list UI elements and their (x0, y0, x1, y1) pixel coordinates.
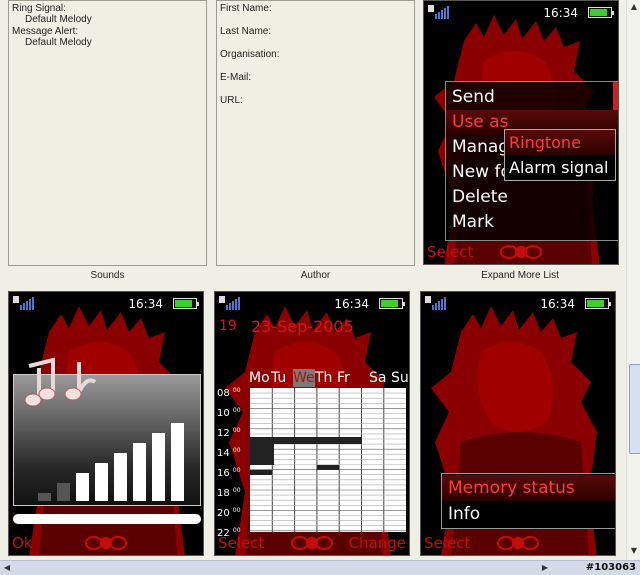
weekday-label[interactable]: Sa (369, 369, 386, 387)
scroll-up-arrow-icon[interactable]: ▲ (629, 2, 639, 12)
volume-slider[interactable] (13, 514, 201, 524)
volume-level-bar (76, 473, 89, 501)
phone-screen-memory: 16:34 Memory status Info Select (420, 291, 616, 556)
menu-item[interactable]: Ringtone (505, 130, 615, 155)
calendar-event[interactable] (317, 465, 339, 470)
message-alert-value: Default Melody (25, 37, 92, 48)
status-bar: 16:34 (421, 294, 615, 312)
clock-time: 16:34 (128, 297, 163, 311)
calendar-event[interactable] (250, 437, 274, 465)
clock-time: 16:34 (334, 297, 369, 311)
right-softkey-change[interactable]: Change (349, 533, 406, 553)
horizontal-scrollbar[interactable]: ◀ ▶ #103063 (0, 560, 640, 575)
battery-icon (588, 7, 614, 18)
email-label: E-Mail: (220, 72, 252, 83)
battery-icon (379, 298, 405, 309)
music-notes-icon (24, 357, 97, 407)
phone-screen-sounds: 16:34 Ok (8, 291, 204, 556)
battery-icon (173, 298, 199, 309)
signal-strength-icon (219, 296, 240, 310)
weekday-label[interactable]: Th (315, 369, 332, 387)
calendar-week-grid[interactable] (250, 388, 406, 532)
signal-strength-icon (428, 5, 449, 19)
center-navigation-icon[interactable] (496, 536, 540, 550)
last-name-label: Last Name: (220, 26, 272, 37)
phone-screen-menu: 16:34 Send Use as Manage New folder Delete Ma… (423, 0, 619, 265)
volume-level-bar (133, 443, 146, 501)
ring-signal-value: Default Melody (25, 14, 92, 25)
first-name-label: First Name: (220, 3, 272, 14)
weekday-label[interactable]: Su (391, 369, 409, 387)
menu-item[interactable]: Memory status (442, 475, 615, 501)
hour-label: 14 00 (217, 447, 241, 459)
expand-caption: Expand More List (481, 270, 559, 281)
volume-level-bar (171, 423, 184, 501)
scroll-right-arrow-icon[interactable]: ▶ (540, 563, 550, 573)
left-softkey-select[interactable]: Select (218, 533, 264, 553)
vertical-scrollbar[interactable]: ▲ ▼ (626, 0, 640, 560)
sounds-info-panel: Ring Signal: Default Melody Message Aler… (8, 0, 207, 266)
weekday-label[interactable]: Tu (271, 369, 286, 387)
softkey-bar: Select (424, 240, 618, 262)
clock-time: 16:34 (543, 6, 578, 20)
volume-level-bar (57, 483, 70, 501)
center-navigation-icon[interactable] (84, 536, 128, 550)
url-label: URL: (220, 95, 243, 106)
status-bar: 16:34 (424, 3, 618, 21)
center-navigation-icon[interactable] (499, 245, 543, 259)
calendar-week-number: 19 (219, 318, 237, 334)
author-caption: Author (300, 270, 331, 281)
volume-level-bar (95, 463, 108, 501)
hour-label: 18 00 (217, 487, 241, 499)
hour-label: 10 00 (217, 407, 241, 419)
weekday-label[interactable]: Mo (249, 369, 270, 387)
vertical-scroll-thumb[interactable] (629, 364, 640, 454)
status-bar: 16:34 (215, 294, 409, 312)
menu-item[interactable]: Info (442, 501, 615, 527)
signal-strength-icon (425, 296, 446, 310)
calendar-event[interactable] (250, 470, 272, 475)
hour-label: 20 00 (217, 507, 241, 519)
hour-label: 08 00 (217, 387, 241, 399)
menu-item[interactable]: Delete (446, 185, 618, 210)
ring-signal-label: Ring Signal: (12, 3, 66, 14)
left-softkey-ok[interactable]: Ok (12, 533, 33, 553)
use-as-submenu: Ringtone Alarm signal (504, 129, 616, 181)
calendar-date: 23-Sep-2005 (251, 317, 354, 336)
softkey-bar: Select (421, 531, 615, 553)
scroll-down-arrow-icon[interactable]: ▼ (629, 546, 639, 556)
weekday-label[interactable]: Fr (337, 369, 350, 387)
volume-level-bar (152, 433, 165, 501)
softkey-bar: Ok (9, 531, 203, 553)
center-navigation-icon[interactable] (290, 536, 334, 550)
signal-strength-icon (13, 296, 34, 310)
author-info-panel: First Name: Last Name: Organisation: E-M… (216, 0, 415, 266)
volume-level-bar (38, 493, 51, 501)
volume-level-bar (114, 453, 127, 501)
watermark-text: #103063 (585, 562, 636, 573)
menu-item[interactable]: Mark (446, 210, 618, 235)
menu-item[interactable]: Send (446, 85, 618, 110)
phone-screen-calendar: 16:34 19 23-Sep-2005 Mo Tu We Th Fr Sa Su 08 0… (214, 291, 410, 556)
calendar-event[interactable] (272, 437, 362, 444)
memory-popup-menu: Memory status Info (441, 473, 615, 529)
scroll-left-arrow-icon[interactable]: ◀ (2, 563, 12, 573)
message-alert-label: Message Alert: (12, 26, 79, 37)
organisation-label: Organisation: (220, 49, 280, 60)
clock-time: 16:34 (540, 297, 575, 311)
left-softkey-select[interactable]: Select (424, 533, 470, 553)
status-bar: 16:34 (9, 294, 203, 312)
hour-label: 16 00 (217, 467, 241, 479)
softkey-bar: Select Change (215, 531, 409, 553)
weekday-label[interactable]: We (293, 369, 315, 387)
sounds-caption: Sounds (90, 270, 125, 281)
menu-item[interactable]: Alarm signal (505, 155, 615, 180)
hour-label: 12 00 (217, 427, 241, 439)
left-softkey-select[interactable]: Select (427, 242, 473, 262)
battery-icon (585, 298, 611, 309)
